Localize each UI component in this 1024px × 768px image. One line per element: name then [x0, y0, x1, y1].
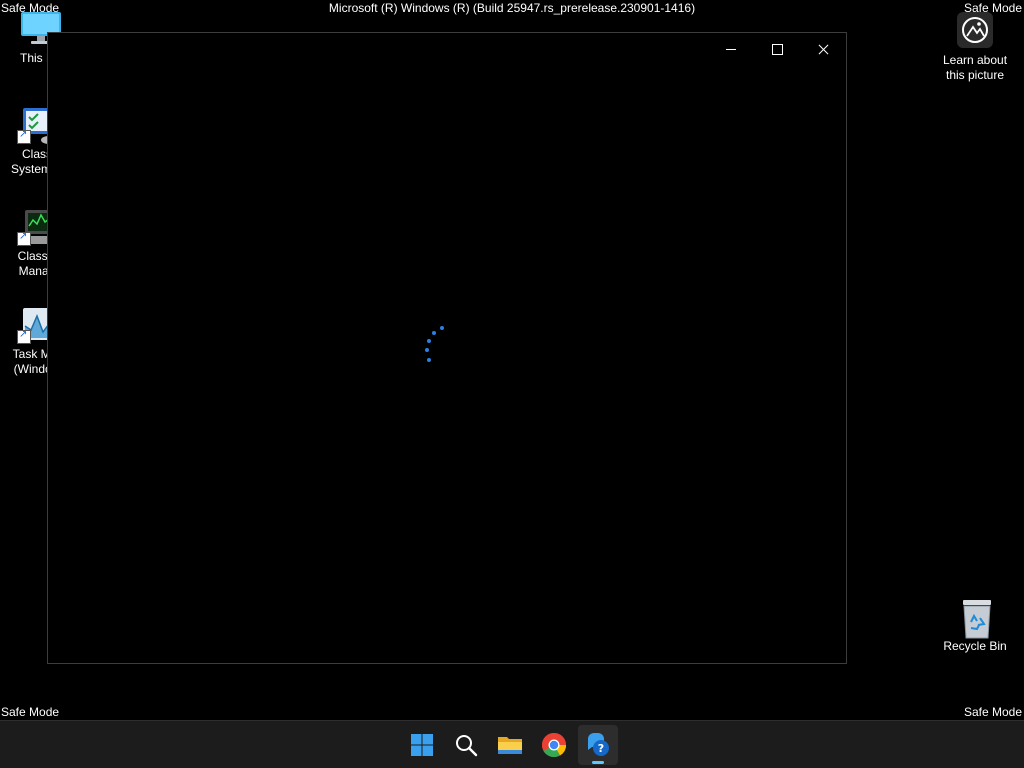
safe-mode-label-bottom-left: Safe Mode — [1, 705, 60, 719]
build-string: Microsoft (R) Windows (R) (Build 25947.r… — [328, 1, 696, 15]
taskbar-search-button[interactable] — [446, 725, 486, 765]
svg-text:?: ? — [598, 742, 604, 755]
close-button[interactable] — [800, 33, 846, 65]
safe-mode-label-bottom-right: Safe Mode — [963, 705, 1022, 719]
shortcut-arrow-icon — [17, 329, 31, 344]
shortcut-arrow-icon — [17, 231, 31, 246]
taskbar: ? — [0, 720, 1024, 768]
recycle-bin-icon — [957, 598, 993, 639]
taskbar-app-list: ? — [402, 725, 618, 765]
desktop-icon-recycle-bin[interactable]: Recycle Bin — [938, 598, 1012, 654]
maximize-button[interactable] — [754, 33, 800, 65]
windows-start-icon — [411, 734, 433, 756]
taskbar-chrome-button[interactable] — [534, 725, 574, 765]
loading-window[interactable] — [47, 32, 847, 664]
chrome-icon — [542, 733, 566, 758]
camera-icon — [957, 12, 993, 48]
shortcut-arrow-icon — [17, 129, 31, 144]
help-icon: ? — [587, 733, 609, 756]
desktop-icon-learn-about-this-picture[interactable]: Learn about this picture — [938, 12, 1012, 83]
taskbar-file-explorer-button[interactable] — [490, 725, 530, 765]
window-title-buttons — [708, 33, 846, 65]
taskbar-get-help-button[interactable]: ? — [578, 725, 618, 765]
loading-spinner-icon — [418, 321, 448, 371]
minimize-button[interactable] — [708, 33, 754, 65]
search-icon — [456, 735, 478, 757]
taskbar-start-button[interactable] — [402, 725, 442, 765]
desktop-icon-label: Recycle Bin — [943, 639, 1007, 653]
folder-icon — [498, 737, 522, 754]
desktop-icon-label: Learn about this picture — [942, 53, 1008, 82]
